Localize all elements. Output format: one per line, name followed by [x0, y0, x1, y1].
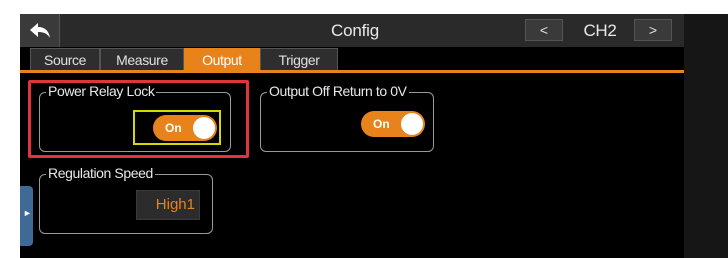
- toggle-state-text: On: [165, 121, 182, 135]
- page-title: Config: [331, 21, 379, 40]
- tab-output[interactable]: Output: [184, 48, 260, 70]
- tab-trigger[interactable]: Trigger: [260, 48, 338, 70]
- output-off-return-label: Output Off Return to 0V: [267, 83, 409, 99]
- output-off-return-toggle[interactable]: On: [361, 111, 425, 137]
- channel-label: CH2: [583, 21, 617, 40]
- prev-channel-button[interactable]: <: [525, 19, 563, 41]
- back-arrow-icon: [29, 22, 50, 38]
- expand-right-icon: ►: [23, 208, 32, 218]
- next-channel-button[interactable]: >: [634, 19, 672, 41]
- title-bar: Config < CH2 >: [20, 14, 684, 47]
- right-margin: [684, 14, 728, 258]
- toggle-knob: [401, 113, 423, 135]
- instrument-screen: Config < CH2 > Source Measure Output Tri…: [20, 14, 684, 258]
- tab-source[interactable]: Source: [30, 48, 100, 70]
- tab-bar: Source Measure Output Trigger: [30, 48, 338, 70]
- output-off-return-group: Output Off Return to 0V On: [260, 83, 434, 152]
- regulation-speed-label: Regulation Speed: [46, 165, 155, 181]
- toggle-state-text: On: [373, 117, 390, 131]
- tab-underline: [20, 70, 684, 73]
- tab-measure[interactable]: Measure: [100, 48, 184, 70]
- side-panel-handle[interactable]: ►: [20, 186, 33, 246]
- back-button[interactable]: [20, 14, 60, 47]
- power-relay-lock-group: Power Relay Lock On: [39, 83, 231, 152]
- toggle-knob: [193, 117, 215, 139]
- regulation-speed-value[interactable]: High1: [136, 190, 200, 220]
- power-relay-lock-toggle[interactable]: On: [153, 115, 217, 141]
- regulation-speed-group: Regulation Speed High1: [39, 165, 213, 234]
- power-relay-lock-label: Power Relay Lock: [46, 83, 157, 99]
